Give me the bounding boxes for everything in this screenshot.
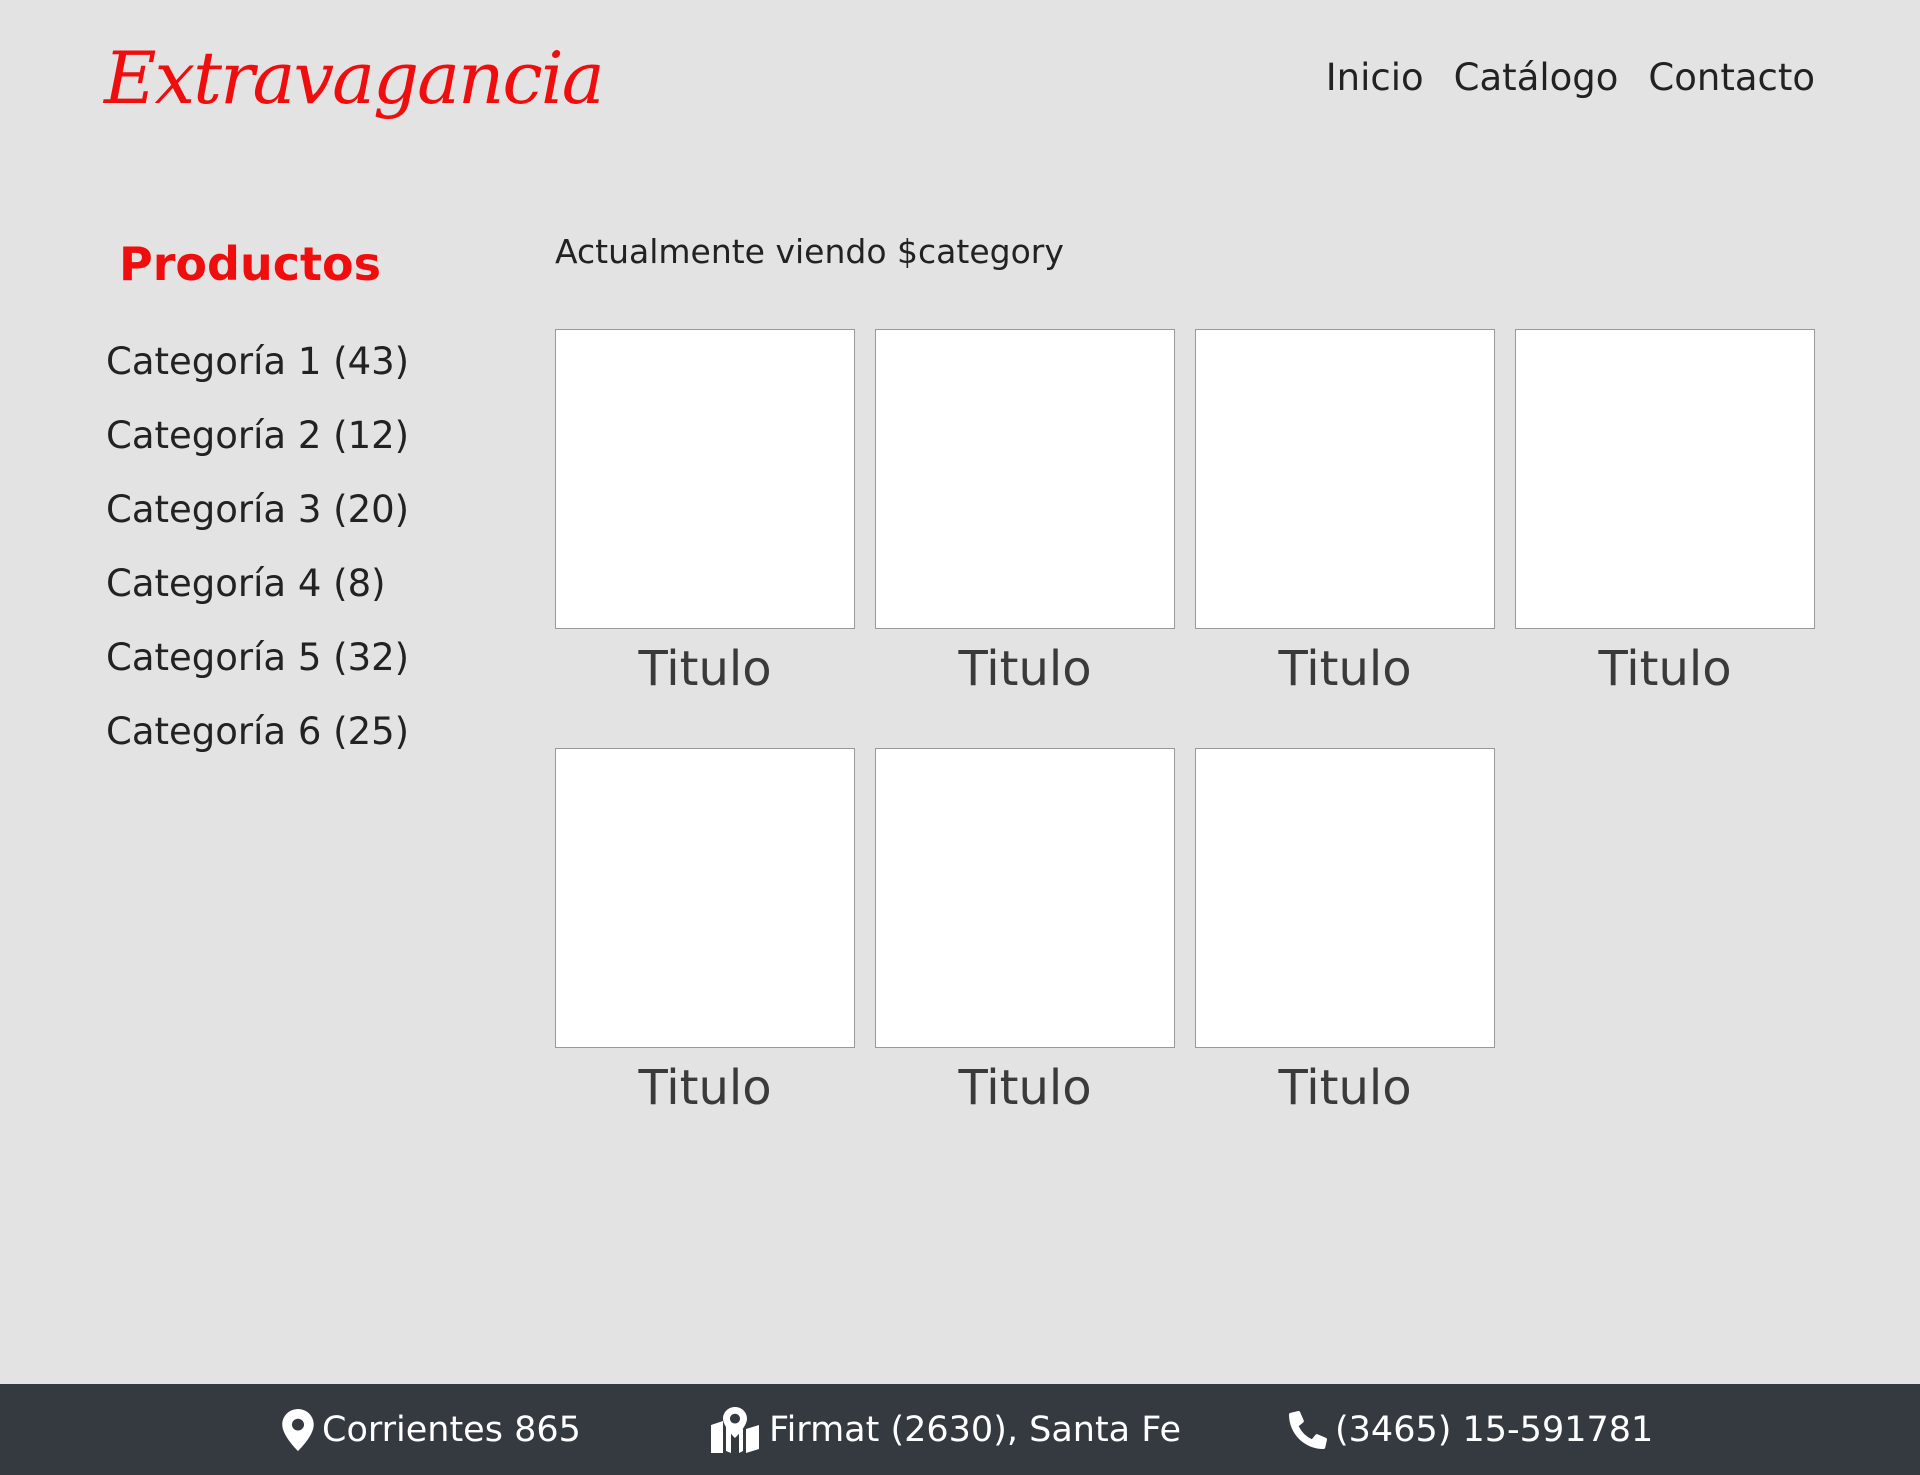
main-nav: Inicio Catálogo Contacto: [1326, 52, 1815, 104]
product-title[interactable]: Titulo: [1195, 629, 1495, 710]
product-image[interactable]: [1195, 329, 1495, 629]
product-card[interactable]: Titulo: [1515, 329, 1815, 710]
product-title[interactable]: Titulo: [1515, 629, 1815, 710]
sidebar-item-categoria-3[interactable]: Categoría 3 (20): [106, 484, 409, 558]
product-title[interactable]: Titulo: [875, 1048, 1175, 1129]
footer-city: Firmat (2630), Santa Fe: [709, 1384, 1181, 1475]
site-logo[interactable]: Extravagancia: [104, 22, 605, 134]
current-category-text: Actualmente viendo $category: [555, 232, 1064, 271]
product-title[interactable]: Titulo: [875, 629, 1175, 710]
product-card[interactable]: Titulo: [1195, 748, 1495, 1129]
product-grid: Titulo Titulo Titulo Titulo Titulo Titul…: [555, 329, 1816, 1129]
sidebar-item-categoria-2[interactable]: Categoría 2 (12): [106, 410, 409, 484]
product-title[interactable]: Titulo: [555, 629, 855, 710]
map-icon: [709, 1406, 761, 1453]
product-image[interactable]: [875, 748, 1175, 1048]
product-card[interactable]: Titulo: [875, 748, 1175, 1129]
product-image[interactable]: [555, 748, 855, 1048]
footer-address: Corrientes 865: [282, 1384, 581, 1475]
footer-phone: (3465) 15-591781: [1289, 1384, 1653, 1475]
sidebar-item-categoria-4[interactable]: Categoría 4 (8): [106, 558, 409, 632]
map-pin-icon: [282, 1408, 314, 1451]
product-card[interactable]: Titulo: [555, 748, 855, 1129]
product-image[interactable]: [555, 329, 855, 629]
footer-address-text: Corrientes 865: [322, 1409, 581, 1450]
sidebar-item-categoria-6[interactable]: Categoría 6 (25): [106, 706, 409, 780]
product-title[interactable]: Titulo: [555, 1048, 855, 1129]
product-card[interactable]: Titulo: [1195, 329, 1495, 710]
category-list: Categoría 1 (43) Categoría 2 (12) Catego…: [106, 336, 409, 780]
nav-link-contacto[interactable]: Contacto: [1648, 52, 1815, 104]
product-title[interactable]: Titulo: [1195, 1048, 1495, 1129]
phone-icon: [1289, 1410, 1327, 1449]
sidebar-item-categoria-1[interactable]: Categoría 1 (43): [106, 336, 409, 410]
nav-link-catalogo[interactable]: Catálogo: [1454, 52, 1619, 104]
sidebar-title: Productos: [119, 237, 381, 291]
footer-phone-text[interactable]: (3465) 15-591781: [1335, 1405, 1653, 1455]
footer-city-text: Firmat (2630), Santa Fe: [769, 1409, 1182, 1450]
product-image[interactable]: [1515, 329, 1815, 629]
product-image[interactable]: [1195, 748, 1495, 1048]
product-card[interactable]: Titulo: [875, 329, 1175, 710]
footer: Corrientes 865 Firmat (2630), Santa Fe (…: [0, 1384, 1920, 1475]
nav-link-inicio[interactable]: Inicio: [1326, 52, 1424, 104]
sidebar-item-categoria-5[interactable]: Categoría 5 (32): [106, 632, 409, 706]
product-card[interactable]: Titulo: [555, 329, 855, 710]
product-image[interactable]: [875, 329, 1175, 629]
